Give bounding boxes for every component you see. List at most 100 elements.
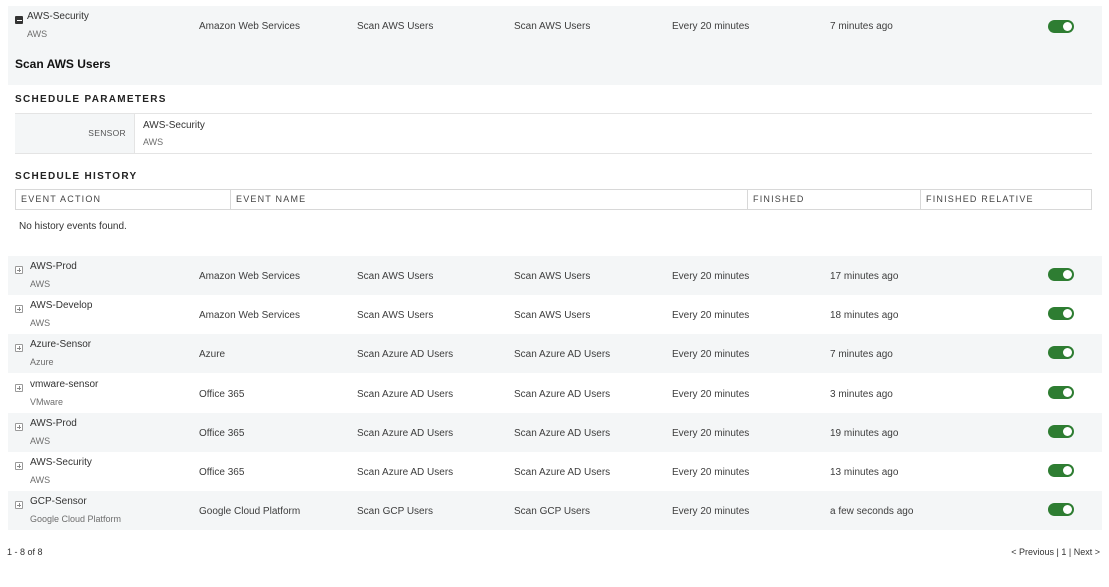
column-header[interactable]: FINISHED	[748, 190, 921, 209]
sensor-name: AWS-Prod	[30, 261, 77, 272]
expand-icon[interactable]	[15, 462, 23, 470]
sensor-type: AWS	[30, 318, 51, 328]
last-run: 3 minutes ago	[830, 389, 893, 400]
sensor-name: AWS-Develop	[30, 300, 93, 311]
frequency: Every 20 minutes	[672, 21, 750, 32]
pagination-separator: |	[1056, 547, 1059, 557]
sensor-name: Azure-Sensor	[30, 339, 92, 350]
provider: Office 365	[199, 467, 245, 478]
detail-body: SCHEDULE PARAMETERS SENSOR AWS-Security …	[8, 85, 1102, 248]
sensor-type: AWS	[30, 279, 51, 289]
parameters-table: SENSOR AWS-Security AWS	[15, 113, 1092, 154]
action: Scan Azure AD Users	[357, 467, 454, 478]
expand-icon[interactable]	[15, 501, 23, 509]
pagination: < Previous | 1 | Next >	[1011, 547, 1100, 557]
sensor-type: AWS	[30, 436, 51, 446]
sensor-name: GCP-Sensor	[30, 496, 87, 507]
param-label: SENSOR	[88, 128, 126, 138]
sensor-type: VMware	[30, 397, 64, 407]
frequency: Every 20 minutes	[672, 310, 750, 321]
schedule-row[interactable]: vmware-sensor VMware Office 365 Scan Azu…	[8, 374, 1102, 413]
event-name: Scan Azure AD Users	[514, 467, 611, 478]
last-run: 19 minutes ago	[830, 428, 899, 439]
event-name: Scan GCP Users	[514, 506, 590, 517]
schedule-row[interactable]: AWS-Prod AWS Amazon Web Services Scan AW…	[8, 256, 1102, 295]
action: Scan AWS Users	[357, 271, 434, 282]
last-run: 18 minutes ago	[830, 310, 899, 321]
enabled-toggle[interactable]	[1048, 307, 1074, 320]
next-page-link[interactable]: Next >	[1074, 547, 1100, 557]
frequency: Every 20 minutes	[672, 271, 750, 282]
sensor-type: AWS	[27, 29, 48, 39]
column-header[interactable]: FINISHED RELATIVE	[921, 190, 1091, 209]
param-label-cell: SENSOR	[15, 114, 135, 153]
expand-icon[interactable]	[15, 344, 23, 352]
collapse-icon[interactable]	[15, 16, 23, 24]
enabled-toggle[interactable]	[1048, 20, 1074, 33]
enabled-toggle[interactable]	[1048, 503, 1074, 516]
provider: Azure	[199, 349, 226, 360]
provider: Google Cloud Platform	[199, 506, 301, 517]
sensor-name: AWS-Security	[27, 11, 89, 22]
column-header[interactable]: EVENT NAME	[231, 190, 748, 209]
param-sub-value: AWS	[143, 137, 164, 147]
action: Scan Azure AD Users	[357, 349, 454, 360]
column-header[interactable]: EVENT ACTION	[16, 190, 231, 209]
last-run: a few seconds ago	[830, 506, 914, 517]
frequency: Every 20 minutes	[672, 467, 750, 478]
last-run: 13 minutes ago	[830, 467, 899, 478]
expand-icon[interactable]	[15, 305, 23, 313]
sensor-name: AWS-Prod	[30, 418, 77, 429]
expand-icon[interactable]	[15, 423, 23, 431]
provider: Amazon Web Services	[199, 271, 300, 282]
event-name: Scan Azure AD Users	[514, 349, 611, 360]
page-number-link[interactable]: 1	[1061, 547, 1066, 557]
sensor-type: Azure	[30, 357, 54, 367]
frequency: Every 20 minutes	[672, 389, 750, 400]
schedule-row-expanded[interactable]: AWS-Security AWS Amazon Web Services Sca…	[8, 6, 1102, 45]
enabled-toggle[interactable]	[1048, 346, 1074, 359]
expand-icon[interactable]	[15, 384, 23, 392]
provider: Office 365	[199, 428, 245, 439]
event-name: Scan AWS Users	[514, 310, 591, 321]
frequency: Every 20 minutes	[672, 349, 750, 360]
provider: Office 365	[199, 389, 245, 400]
sensor-type: AWS	[30, 475, 51, 485]
pagination-range: 1 - 8 of 8	[7, 547, 43, 557]
provider: Amazon Web Services	[199, 21, 300, 32]
schedule-row[interactable]: Azure-Sensor Azure Azure Scan Azure AD U…	[8, 334, 1102, 373]
history-table-header: EVENT ACTION EVENT NAME FINISHED FINISHE…	[15, 189, 1092, 210]
frequency: Every 20 minutes	[672, 506, 750, 517]
expand-icon[interactable]	[15, 266, 23, 274]
action: Scan GCP Users	[357, 506, 433, 517]
action: Scan AWS Users	[357, 310, 434, 321]
no-history-message: No history events found.	[19, 221, 127, 232]
last-run: 17 minutes ago	[830, 271, 899, 282]
event-name: Scan Azure AD Users	[514, 428, 611, 439]
schedule-row[interactable]: AWS-Prod AWS Office 365 Scan Azure AD Us…	[8, 413, 1102, 452]
frequency: Every 20 minutes	[672, 428, 750, 439]
previous-page-link[interactable]: < Previous	[1011, 547, 1054, 557]
sensor-name: AWS-Security	[30, 457, 92, 468]
action: Scan AWS Users	[357, 21, 434, 32]
schedule-history-title: SCHEDULE HISTORY	[15, 171, 138, 182]
enabled-toggle[interactable]	[1048, 425, 1074, 438]
action: Scan Azure AD Users	[357, 428, 454, 439]
schedule-row[interactable]: GCP-Sensor Google Cloud Platform Google …	[8, 491, 1102, 530]
enabled-toggle[interactable]	[1048, 268, 1074, 281]
event-name: Scan Azure AD Users	[514, 389, 611, 400]
schedule-row[interactable]: AWS-Develop AWS Amazon Web Services Scan…	[8, 295, 1102, 334]
schedule-detail-panel: Scan AWS Users SCHEDULE PARAMETERS SENSO…	[8, 45, 1102, 248]
enabled-toggle[interactable]	[1048, 386, 1074, 399]
schedule-parameters-title: SCHEDULE PARAMETERS	[15, 94, 167, 105]
provider: Amazon Web Services	[199, 310, 300, 321]
detail-title: Scan AWS Users	[15, 57, 111, 71]
sensor-type: Google Cloud Platform	[30, 514, 122, 524]
pagination-separator: |	[1068, 547, 1072, 557]
action: Scan Azure AD Users	[357, 389, 454, 400]
event-name: Scan AWS Users	[514, 21, 591, 32]
sensor-name: vmware-sensor	[30, 379, 99, 390]
enabled-toggle[interactable]	[1048, 464, 1074, 477]
last-run: 7 minutes ago	[830, 21, 893, 32]
schedule-row[interactable]: AWS-Security AWS Office 365 Scan Azure A…	[8, 452, 1102, 491]
